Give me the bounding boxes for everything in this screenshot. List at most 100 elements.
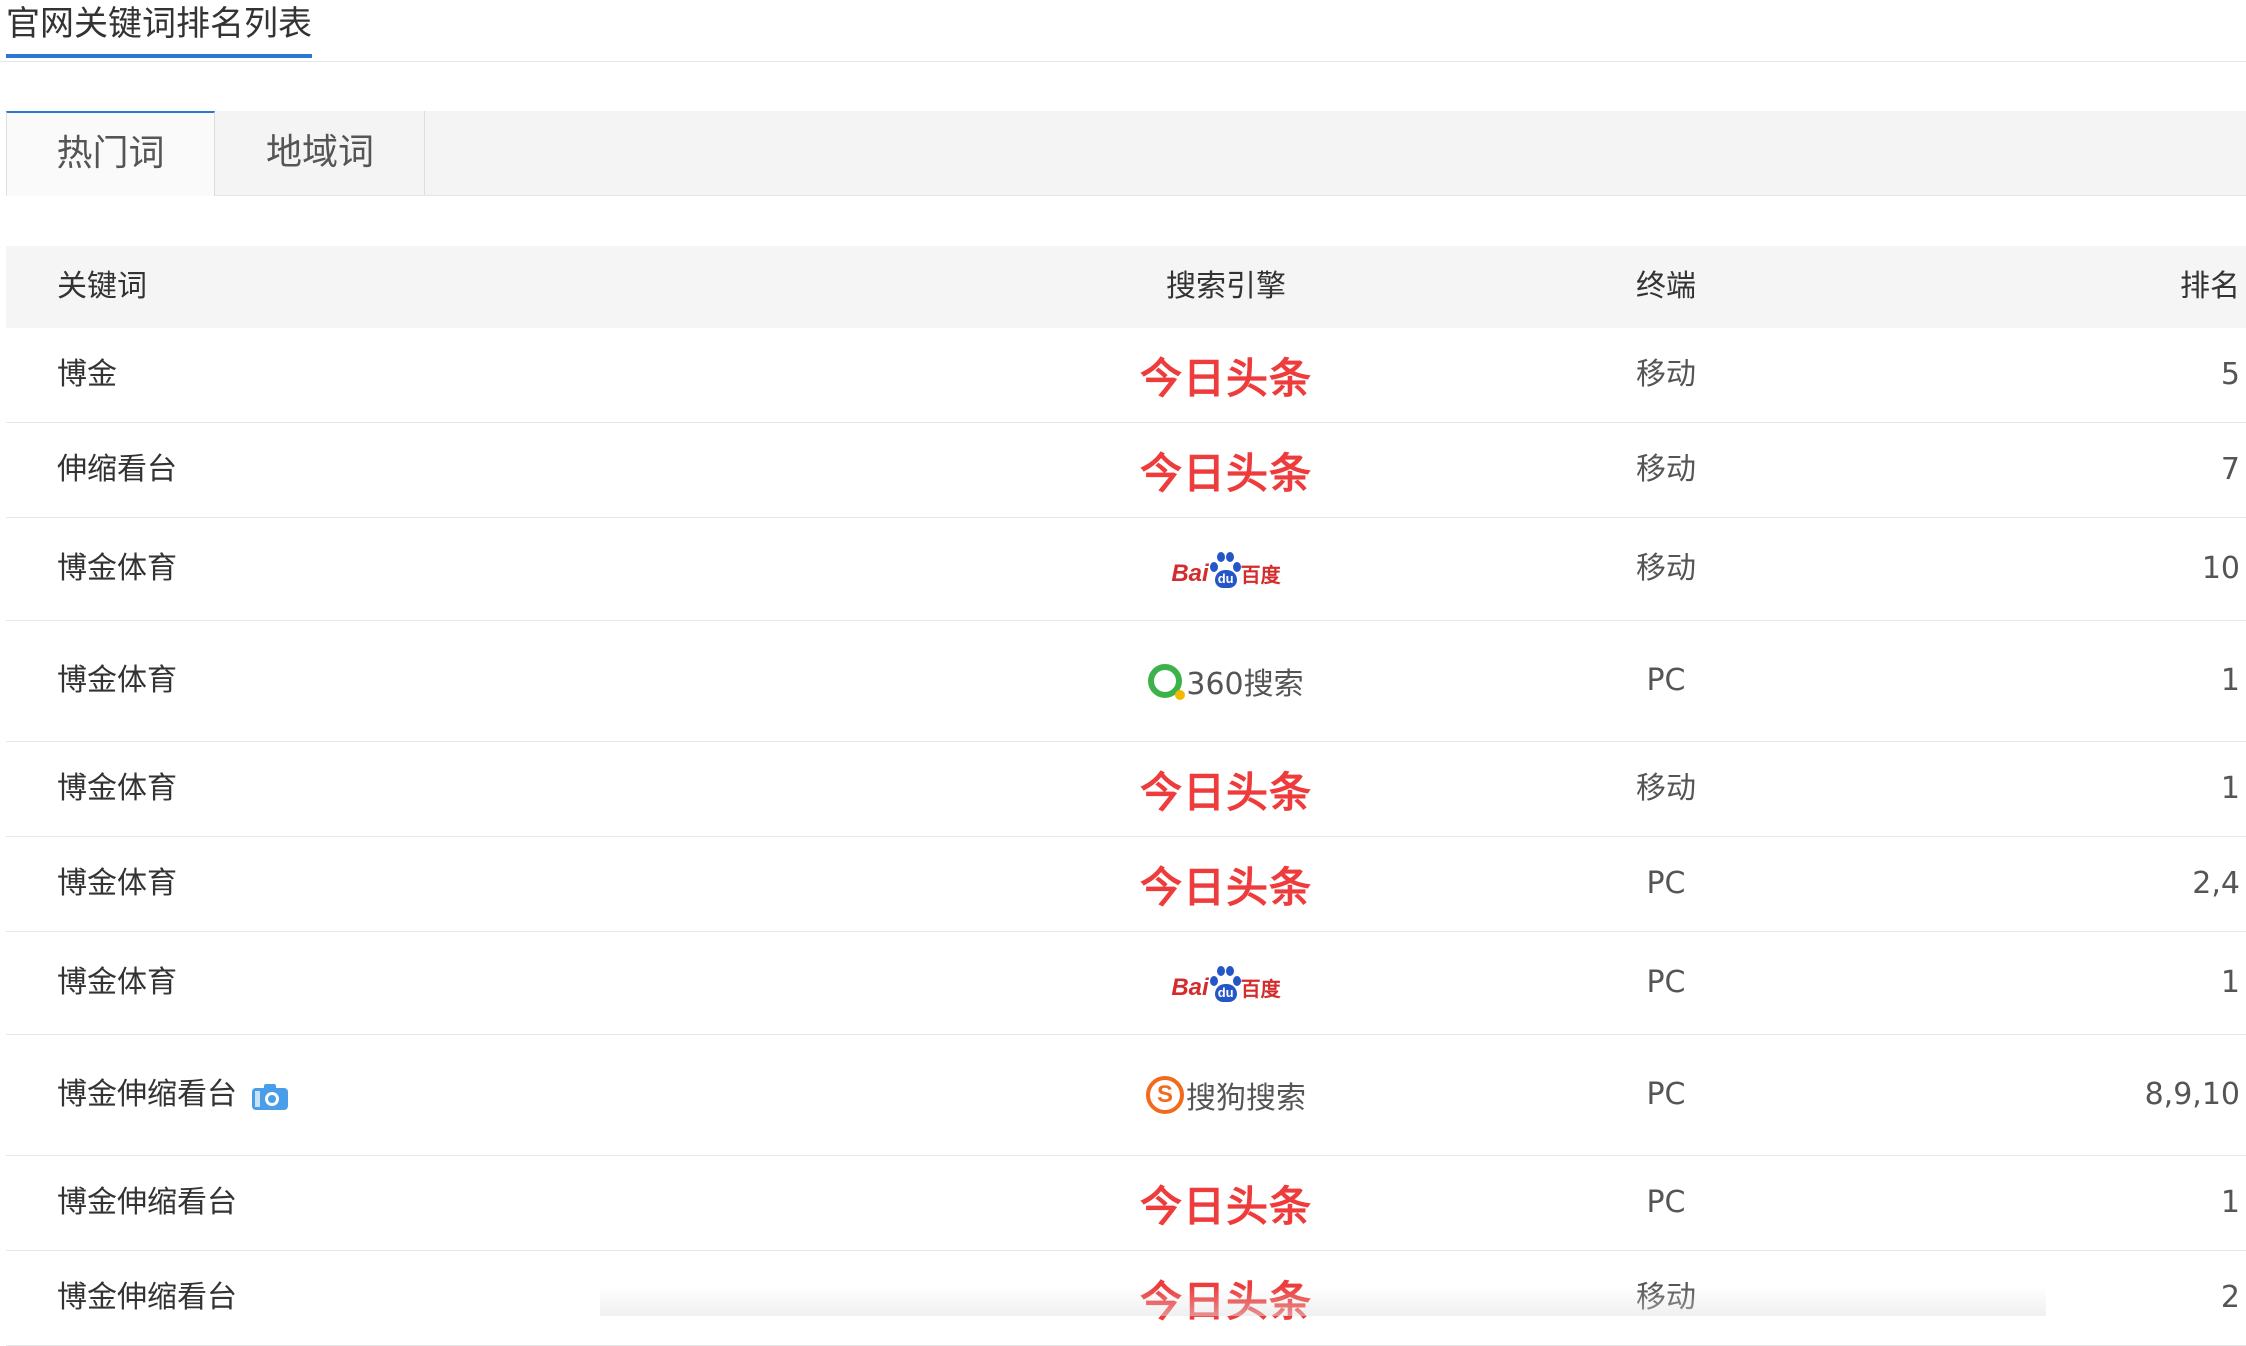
keyword-text: 博金体育 bbox=[57, 663, 177, 698]
toutiao-logo-text: 今日头条 bbox=[1140, 345, 1312, 406]
header-keyword: 关键词 bbox=[57, 246, 147, 328]
sogou-logo-mark: S搜狗搜索 bbox=[1146, 1073, 1306, 1117]
rank-cell: 8,9,10 bbox=[2120, 1035, 2240, 1155]
search-engine-cell: 今日头条 bbox=[1106, 1156, 1346, 1250]
search-engine-cell: 今日头条 bbox=[1106, 328, 1346, 422]
tab-hot-keywords[interactable]: 热门词 bbox=[6, 111, 215, 196]
baidu-logo-mark: Baidu百度 bbox=[1171, 550, 1280, 588]
toutiao-logo: 今日头条 bbox=[1106, 837, 1346, 931]
search-engine-cell: 360搜索 bbox=[1106, 621, 1346, 741]
paw-toe bbox=[1233, 976, 1241, 986]
keyword-cell: 博金伸缩看台 bbox=[57, 1035, 289, 1155]
sogou-logo: S搜狗搜索 bbox=[1106, 1035, 1346, 1155]
baidu-logo: Baidu百度 bbox=[1106, 518, 1346, 620]
header-rank: 排名 bbox=[2120, 246, 2240, 328]
toutiao-logo: 今日头条 bbox=[1106, 328, 1346, 422]
paw-toe bbox=[1226, 966, 1234, 976]
rank-cell: 1 bbox=[2120, 742, 2240, 836]
baidu-logo-zh: 百度 bbox=[1241, 559, 1281, 588]
search-engine-cell: Baidu百度 bbox=[1106, 518, 1346, 620]
table-row: 博金体育今日头条移动1 bbox=[6, 742, 2246, 837]
terminal-cell: PC bbox=[1606, 932, 1726, 1034]
rank-cell: 1 bbox=[2120, 621, 2240, 741]
paw-toe bbox=[1217, 966, 1225, 976]
keyword-text: 博金体育 bbox=[57, 771, 177, 806]
table-row: 伸缩看台 今日头条 移动 7 bbox=[6, 423, 2246, 518]
search-engine-cell: S搜狗搜索 bbox=[1106, 1035, 1346, 1155]
paw-toe bbox=[1226, 552, 1234, 562]
paw-icon: du bbox=[1210, 964, 1240, 1002]
header-search-engine: 搜索引擎 bbox=[1106, 246, 1346, 328]
baidu-logo-zh: 百度 bbox=[1241, 973, 1281, 1002]
paw-toe bbox=[1210, 562, 1218, 572]
baidu-logo: Baidu百度 bbox=[1106, 932, 1346, 1034]
table-row: 博金伸缩看台今日头条移动2 bbox=[6, 1251, 2246, 1346]
search-engine-cell: 今日头条 bbox=[1106, 837, 1346, 931]
keyword-text: 博金伸缩看台 bbox=[57, 1280, 237, 1315]
toutiao-logo-text: 今日头条 bbox=[1140, 1268, 1312, 1329]
terminal-cell: 移动 bbox=[1606, 423, 1726, 517]
keyword-ranking-table: 关键词 搜索引擎 终端 排名 博金今日头条移动5伸缩看台今日头条移动7博金体育B… bbox=[6, 246, 2246, 1346]
baidu-logo-mark: Baidu百度 bbox=[1171, 964, 1280, 1002]
keyword-cell: 博金 bbox=[57, 328, 117, 422]
360-logo: 360搜索 bbox=[1106, 621, 1346, 741]
keyword-cell: 博金伸缩看台 bbox=[57, 1251, 237, 1345]
tab-regional-keywords[interactable]: 地域词 bbox=[216, 111, 425, 195]
toutiao-logo-text: 今日头条 bbox=[1140, 759, 1312, 820]
360-logo-text: 360搜索 bbox=[1186, 659, 1303, 703]
table-row: 博金体育360搜索PC1 bbox=[6, 621, 2246, 742]
terminal-cell: 移动 bbox=[1606, 518, 1726, 620]
ring-dot bbox=[1175, 690, 1185, 700]
terminal-cell: 移动 bbox=[1606, 1251, 1726, 1345]
baidu-logo-du: du bbox=[1215, 984, 1237, 1002]
table-row: 博金伸缩看台今日头条PC1 bbox=[6, 1156, 2246, 1251]
page-header: 官网关键词排名列表 bbox=[0, 0, 2246, 62]
table-header-row: 关键词 搜索引擎 终端 排名 bbox=[6, 246, 2246, 328]
terminal-cell: PC bbox=[1606, 837, 1726, 931]
keyword-cell: 博金体育 bbox=[57, 742, 177, 836]
rank-cell: 7 bbox=[2120, 423, 2240, 517]
toutiao-logo-text: 今日头条 bbox=[1140, 1173, 1312, 1234]
table-row: 博金今日头条移动5 bbox=[6, 328, 2246, 423]
baidu-logo-bai: Bai bbox=[1171, 560, 1208, 588]
keyword-text: 博金 bbox=[57, 357, 117, 392]
toutiao-logo-text: 今日头条 bbox=[1140, 854, 1312, 915]
terminal-cell: PC bbox=[1606, 1035, 1726, 1155]
table-row: 博金体育 Baidu百度 移动 10 bbox=[6, 518, 2246, 621]
keyword-text: 博金体育 bbox=[57, 965, 177, 1000]
rank-cell: 1 bbox=[2120, 932, 2240, 1034]
keyword-cell: 博金体育 bbox=[57, 837, 177, 931]
ring-icon bbox=[1148, 664, 1182, 698]
keyword-cell: 伸缩看台 bbox=[57, 423, 177, 517]
keyword-cell: 博金体育 bbox=[57, 932, 177, 1034]
rank-cell: 10 bbox=[2120, 518, 2240, 620]
search-engine-cell: 今日头条 bbox=[1106, 742, 1346, 836]
keyword-cell: 博金体育 bbox=[57, 621, 177, 741]
baidu-logo-du: du bbox=[1215, 570, 1237, 588]
table-row: 博金体育 Baidu百度 PC 1 bbox=[6, 932, 2246, 1035]
paw-toe bbox=[1217, 552, 1225, 562]
keyword-text: 博金体育 bbox=[57, 551, 177, 586]
toutiao-logo: 今日头条 bbox=[1106, 423, 1346, 517]
table-row: 博金伸缩看台 S搜狗搜索 PC 8,9,10 bbox=[6, 1035, 2246, 1156]
rank-cell: 2,4 bbox=[2120, 837, 2240, 931]
paw-toe bbox=[1233, 562, 1241, 572]
paw-icon: du bbox=[1210, 550, 1240, 588]
keyword-cell: 博金伸缩看台 bbox=[57, 1156, 237, 1250]
header-terminal: 终端 bbox=[1606, 246, 1726, 328]
terminal-cell: PC bbox=[1606, 1156, 1726, 1250]
camera-icon[interactable] bbox=[251, 1081, 289, 1111]
keyword-text: 博金伸缩看台 bbox=[57, 1077, 237, 1112]
toutiao-logo-text: 今日头条 bbox=[1140, 440, 1312, 501]
sogou-logo-text: 搜狗搜索 bbox=[1186, 1073, 1306, 1117]
search-engine-cell: 今日头条 bbox=[1106, 1251, 1346, 1345]
360-logo-mark: 360搜索 bbox=[1148, 659, 1303, 703]
table-row: 博金体育 今日头条 PC 2,4 bbox=[6, 837, 2246, 932]
rank-cell: 5 bbox=[2120, 328, 2240, 422]
paw-toe bbox=[1210, 976, 1218, 986]
toutiao-logo: 今日头条 bbox=[1106, 742, 1346, 836]
toutiao-logo: 今日头条 bbox=[1106, 1251, 1346, 1345]
tab-bar: 热门词 地域词 bbox=[6, 111, 2246, 196]
search-engine-cell: 今日头条 bbox=[1106, 423, 1346, 517]
keyword-cell: 博金体育 bbox=[57, 518, 177, 620]
